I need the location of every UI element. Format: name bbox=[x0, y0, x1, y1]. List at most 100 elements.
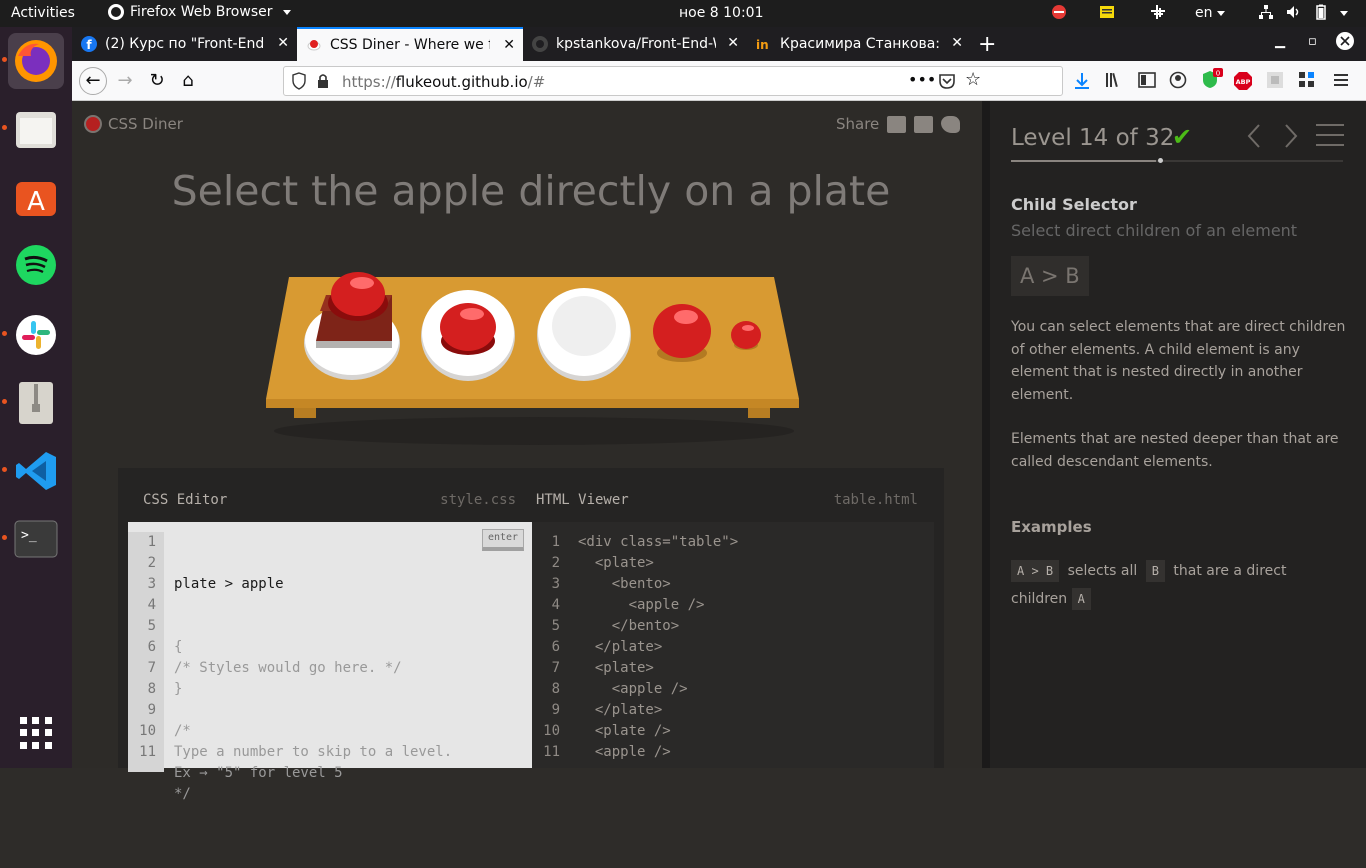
enter-button[interactable]: enter bbox=[482, 529, 524, 551]
apple-on-table[interactable] bbox=[653, 304, 711, 362]
extension-grid-icon[interactable] bbox=[1298, 71, 1316, 93]
css-code-line: /* bbox=[174, 723, 191, 739]
privacy-badger-icon[interactable]: 0 bbox=[1201, 68, 1223, 94]
dock-slack[interactable] bbox=[8, 307, 64, 363]
html-code-line[interactable]: </bento> bbox=[578, 616, 738, 637]
maximize-button[interactable]: ▫ bbox=[1308, 34, 1317, 49]
sidebar-icon[interactable] bbox=[1138, 71, 1156, 93]
css-selector-input[interactable]: plate > apple bbox=[174, 574, 452, 595]
line-number: 8 bbox=[147, 681, 156, 697]
css-code-line bbox=[174, 700, 452, 721]
clock[interactable]: ное 8 10:01 bbox=[679, 5, 764, 21]
slack-tray-icon[interactable] bbox=[1150, 4, 1166, 22]
dock-archive-manager[interactable] bbox=[8, 375, 64, 431]
battery-icon[interactable] bbox=[1316, 4, 1326, 22]
html-code-line[interactable]: </plate> bbox=[578, 700, 738, 721]
html-code-line[interactable]: <plate> bbox=[578, 658, 738, 679]
running-indicator bbox=[2, 467, 7, 472]
line-number: 7 bbox=[147, 660, 156, 676]
dock-files[interactable] bbox=[8, 101, 64, 157]
previous-level-icon[interactable] bbox=[1246, 123, 1262, 156]
network-icon[interactable] bbox=[1258, 4, 1274, 22]
level-indicator[interactable]: Level 14 of 32 bbox=[1011, 125, 1174, 151]
hint-paragraph-2: Elements that are nested deeper than tha… bbox=[1011, 431, 1339, 470]
close-tab-icon[interactable]: ✕ bbox=[503, 37, 515, 53]
hint-paragraph-1: You can select elements that are direct … bbox=[1011, 319, 1346, 403]
forward-button[interactable]: → bbox=[113, 69, 137, 93]
page-actions-icon[interactable]: ••• bbox=[908, 70, 936, 89]
empty-plate[interactable] bbox=[537, 288, 631, 381]
software-store-icon: A bbox=[16, 182, 56, 217]
tab-css-diner[interactable]: CSS Diner - Where we fe ✕ bbox=[297, 27, 523, 61]
html-viewer-pane: 1 2 3 4 5 6 7 8 9 10 11 <div class="table"> <plate… bbox=[532, 522, 934, 768]
twitter-icon[interactable] bbox=[941, 115, 961, 133]
menu-icon[interactable] bbox=[1332, 71, 1350, 93]
account-icon[interactable] bbox=[1169, 71, 1187, 93]
slack-icon bbox=[16, 315, 56, 355]
system-menu-chevron-icon[interactable] bbox=[1340, 11, 1348, 16]
language-indicator[interactable]: en bbox=[1195, 5, 1225, 21]
spotify-icon bbox=[16, 245, 56, 285]
site-brand[interactable]: CSS Diner bbox=[84, 115, 183, 133]
activities-button[interactable]: Activities bbox=[11, 5, 75, 21]
dock-terminal[interactable]: >_ bbox=[8, 511, 64, 567]
next-level-icon[interactable] bbox=[1283, 123, 1299, 156]
show-applications-icon[interactable] bbox=[20, 717, 52, 749]
back-button[interactable]: ← bbox=[79, 67, 107, 95]
downloads-icon[interactable] bbox=[1073, 71, 1091, 95]
line-number: 8 bbox=[551, 681, 560, 697]
dock-spotify[interactable] bbox=[8, 237, 64, 293]
line-number: 3 bbox=[551, 576, 560, 592]
bookmark-star-icon[interactable]: ☆ bbox=[965, 69, 981, 90]
line-number: 11 bbox=[139, 744, 156, 760]
tab-github[interactable]: kpstankova/Front-End-W ✕ bbox=[523, 27, 747, 61]
plate-with-apple[interactable] bbox=[421, 290, 515, 381]
line-number: 1 bbox=[551, 534, 560, 550]
url-bar[interactable]: https://flukeout.github.io/# ••• ☆ bbox=[283, 66, 1063, 96]
tab-facebook[interactable]: f (2) Курс по "Front-End W ✕ bbox=[72, 27, 297, 61]
extension-icon[interactable] bbox=[1266, 71, 1284, 93]
small-apple-on-table[interactable] bbox=[731, 321, 761, 350]
example-tag: A bbox=[1071, 588, 1091, 610]
html-code-line[interactable]: <apple /> bbox=[578, 679, 738, 700]
css-line-numbers: 1 2 3 4 5 6 7 8 9 10 11 bbox=[128, 532, 164, 772]
adblock-plus-icon[interactable]: ABP bbox=[1233, 71, 1253, 95]
html-code-line[interactable]: <div class="table"> bbox=[578, 532, 738, 553]
do-not-disturb-icon[interactable] bbox=[1051, 4, 1067, 22]
reload-button[interactable]: ↻ bbox=[145, 69, 169, 93]
app-menu-label: Firefox Web Browser bbox=[130, 4, 273, 20]
app-menu[interactable]: Firefox Web Browser bbox=[108, 4, 291, 20]
svg-text:A: A bbox=[27, 187, 45, 217]
site-info-icon[interactable] bbox=[291, 72, 307, 94]
html-code-line[interactable]: <plate> bbox=[578, 553, 738, 574]
tab-linkedin[interactable]: in Красимира Станкова: П ✕ bbox=[747, 27, 971, 61]
html-code-line[interactable]: <plate /> bbox=[578, 721, 738, 742]
extension-badge-count: 0 bbox=[1216, 70, 1220, 78]
html-code-line[interactable]: </plate> bbox=[578, 637, 738, 658]
html-code-line[interactable]: <apple /> bbox=[578, 595, 738, 616]
close-window-button[interactable] bbox=[1335, 31, 1355, 55]
volume-icon[interactable] bbox=[1286, 4, 1302, 22]
dock-firefox[interactable] bbox=[8, 33, 64, 89]
line-number: 9 bbox=[147, 702, 156, 718]
close-tab-icon[interactable]: ✕ bbox=[951, 35, 963, 51]
html-code-line[interactable]: <apple /> bbox=[578, 742, 738, 763]
dock-software[interactable]: A bbox=[8, 169, 64, 225]
dock-vscode[interactable] bbox=[8, 443, 64, 499]
email-icon[interactable] bbox=[887, 115, 907, 133]
level-menu-icon[interactable] bbox=[1316, 124, 1344, 146]
home-button[interactable]: ⌂ bbox=[176, 69, 200, 93]
notes-icon[interactable] bbox=[1099, 4, 1115, 22]
line-number: 5 bbox=[147, 618, 156, 634]
close-tab-icon[interactable]: ✕ bbox=[727, 35, 739, 51]
close-tab-icon[interactable]: ✕ bbox=[277, 35, 289, 51]
pocket-icon[interactable] bbox=[938, 72, 956, 94]
html-code-line[interactable]: <bento> bbox=[578, 574, 738, 595]
facebook-share-icon[interactable] bbox=[914, 115, 934, 133]
minimize-button[interactable]: ▁ bbox=[1275, 34, 1285, 49]
apple-on-plate[interactable] bbox=[440, 303, 496, 355]
library-icon[interactable] bbox=[1105, 71, 1123, 93]
new-tab-button[interactable]: + bbox=[978, 32, 996, 57]
line-number: 6 bbox=[551, 639, 560, 655]
browser-toolbar: ← → ↻ ⌂ https://flukeout.github.io/# •••… bbox=[72, 61, 1366, 101]
